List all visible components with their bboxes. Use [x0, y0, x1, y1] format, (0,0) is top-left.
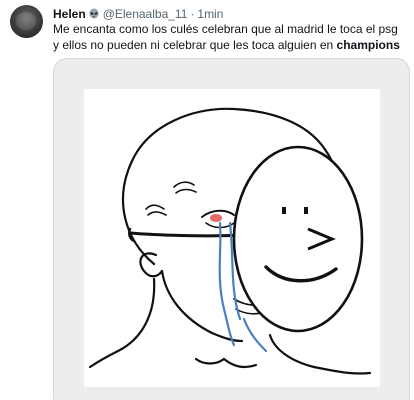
neck-right [268, 333, 316, 369]
collar [194, 357, 226, 365]
display-name[interactable]: Helen [53, 7, 86, 21]
ear [139, 252, 164, 278]
user-handle[interactable]: @Elenaalba_11 [103, 7, 188, 21]
meme-drawing [84, 89, 380, 387]
red-eye [210, 214, 222, 222]
mask-eye-right [304, 207, 308, 214]
tweet-header: Helen @Elenaalba_11 · 1min [53, 6, 223, 22]
tweet-text-bold: champions [336, 37, 400, 52]
shoulder-left [88, 349, 120, 369]
wojak-mask-illustration [88, 107, 372, 375]
timestamp[interactable]: 1min [197, 7, 223, 21]
tweet-text: Me encanta como los culés celebran que a… [53, 22, 405, 53]
media-image[interactable] [53, 58, 410, 400]
mask-eye-left [282, 207, 286, 214]
mask-strap [128, 231, 246, 238]
tear-3 [242, 317, 268, 353]
neck-left [116, 277, 156, 353]
smiley-mask [232, 145, 364, 333]
separator-dot: · [190, 7, 195, 21]
forehead-wrinkle-1 [173, 181, 195, 188]
tweet-card[interactable]: Helen @Elenaalba_11 · 1min Me encanta co… [0, 0, 414, 400]
cheek-wrinkle [145, 204, 165, 210]
shoulder-right [312, 365, 372, 375]
avatar[interactable] [10, 5, 43, 38]
alien-icon [88, 8, 100, 20]
